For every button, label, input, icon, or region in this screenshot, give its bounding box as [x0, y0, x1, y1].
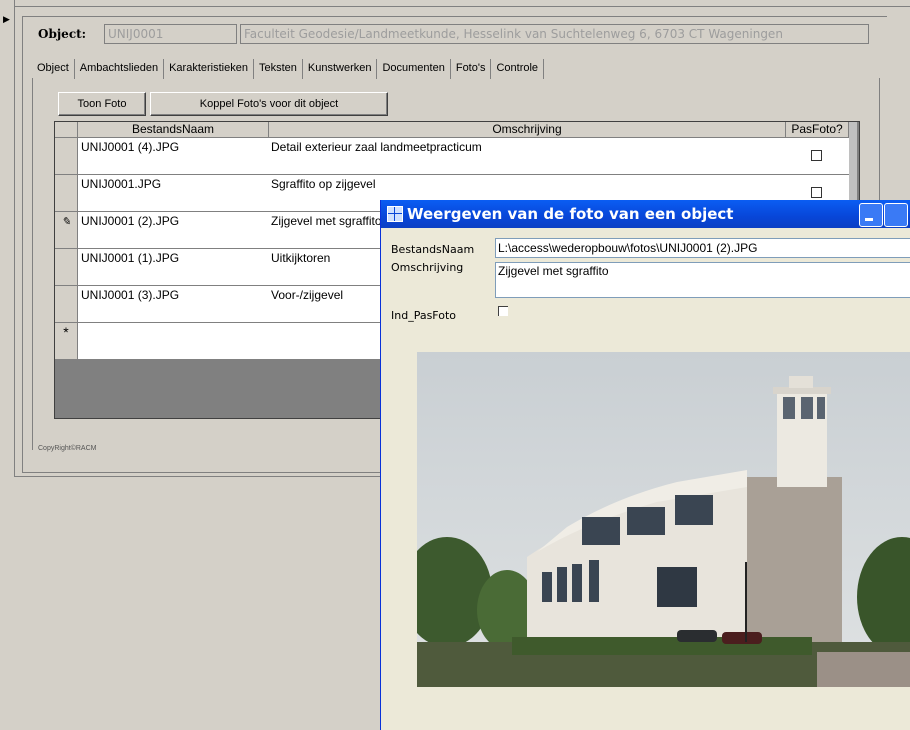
- omschrijving-field[interactable]: Zijgevel met sgraffito: [495, 262, 910, 298]
- table-row[interactable]: UNIJ0001 (4).JPG Detail exterieur zaal l…: [55, 138, 855, 175]
- cell-omschrijving[interactable]: Voor-/zijgevel: [271, 288, 343, 302]
- cell-bestandsnaam[interactable]: UNIJ0001 (4).JPG: [81, 140, 179, 154]
- pasfoto-checkbox[interactable]: [811, 187, 822, 198]
- column-header-omschrijving[interactable]: Omschrijving: [269, 122, 786, 138]
- maximize-button[interactable]: [884, 203, 908, 227]
- tab-karakteristieken[interactable]: Karakteristieken: [164, 59, 254, 79]
- minimize-button[interactable]: [859, 203, 883, 227]
- tab-teksten[interactable]: Teksten: [254, 59, 303, 79]
- row-selector[interactable]: [55, 286, 78, 322]
- pasfoto-label: Ind_PasFoto: [391, 309, 457, 322]
- cell-omschrijving[interactable]: Zijgevel met sgraffito: [271, 214, 382, 228]
- column-header-pasfoto[interactable]: PasFoto?: [786, 122, 849, 138]
- bestandsnaam-field[interactable]: L:\access\wederopbouw\fotos\UNIJ0001 (2)…: [495, 238, 910, 258]
- row-selector[interactable]: [55, 175, 78, 211]
- object-address-field[interactable]: Faculteit Geodesie/Landmeetkunde, Hessel…: [240, 24, 869, 44]
- dialog-titlebar[interactable]: Weergeven van de foto van een object: [381, 200, 910, 228]
- tab-object[interactable]: Object: [32, 59, 75, 79]
- building-photo: [417, 352, 910, 687]
- object-code-field[interactable]: UNIJ0001: [104, 24, 237, 44]
- record-selector-gutter: ▶: [0, 0, 15, 476]
- tab-controle[interactable]: Controle: [491, 59, 545, 79]
- cell-bestandsnaam[interactable]: UNIJ0001.JPG: [81, 177, 161, 191]
- tab-kunstwerken[interactable]: Kunstwerken: [303, 59, 378, 79]
- row-selector[interactable]: [55, 138, 78, 174]
- photo-dialog: Weergeven van de foto van een object Bes…: [380, 200, 910, 730]
- grid-corner: [55, 122, 78, 138]
- column-header-bestandsnaam[interactable]: BestandsNaam: [78, 122, 269, 138]
- pasfoto-checkbox[interactable]: [811, 150, 822, 161]
- tab-strip: Object Ambachtslieden Karakteristieken T…: [32, 59, 545, 79]
- omschrijving-label: Omschrijving: [391, 261, 464, 274]
- copyright-text: CopyRight©RACM: [38, 445, 97, 452]
- cell-bestandsnaam[interactable]: UNIJ0001 (2).JPG: [81, 214, 179, 228]
- object-label: Object:: [38, 27, 87, 41]
- row-selector-edit-icon[interactable]: ✎: [55, 212, 78, 248]
- dialog-title: Weergeven van de foto van een object: [407, 205, 734, 223]
- toon-foto-button[interactable]: Toon Foto: [58, 92, 146, 116]
- cell-omschrijving[interactable]: Detail exterieur zaal landmeetpracticum: [271, 140, 482, 154]
- bestandsnaam-label: BestandsNaam: [391, 243, 475, 256]
- cell-omschrijving[interactable]: Uitkijktoren: [271, 251, 330, 265]
- current-record-arrow-icon: ▶: [3, 14, 10, 24]
- tab-documenten[interactable]: Documenten: [377, 59, 451, 79]
- pasfoto-checkbox[interactable]: [498, 306, 508, 316]
- cell-bestandsnaam[interactable]: UNIJ0001 (3).JPG: [81, 288, 179, 302]
- form-icon: [387, 206, 403, 222]
- row-selector[interactable]: [55, 249, 78, 285]
- cell-omschrijving[interactable]: Sgraffito op zijgevel: [271, 177, 376, 191]
- cell-bestandsnaam[interactable]: UNIJ0001 (1).JPG: [81, 251, 179, 265]
- tab-ambachtslieden[interactable]: Ambachtslieden: [75, 59, 165, 79]
- koppel-fotos-button[interactable]: Koppel Foto's voor dit object: [150, 92, 388, 116]
- new-record-marker: *: [55, 323, 78, 359]
- tab-fotos[interactable]: Foto's: [450, 59, 492, 79]
